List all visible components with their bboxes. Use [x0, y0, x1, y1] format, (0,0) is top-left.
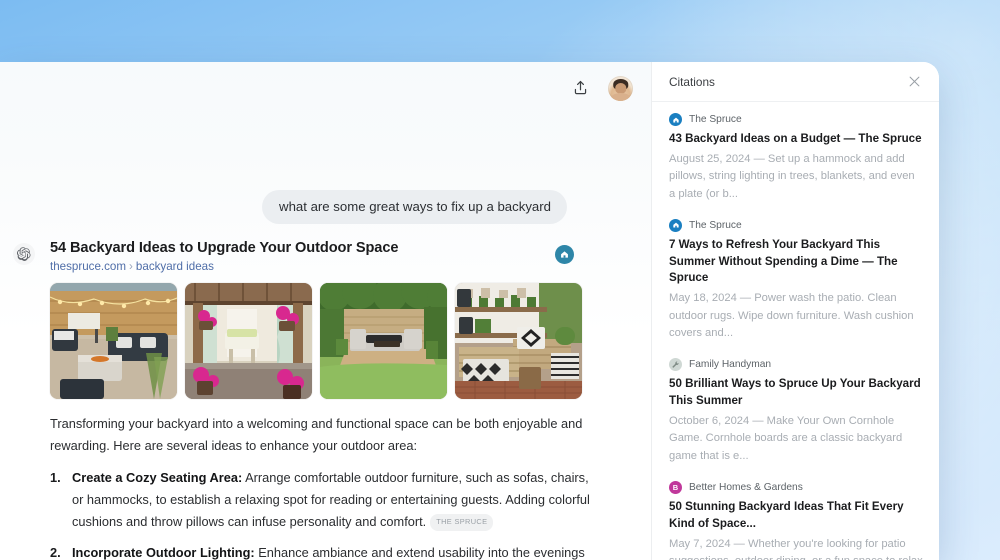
- chat-app-window: what are some great ways to fix up a bac…: [0, 62, 939, 560]
- bhg-favicon-icon: B: [669, 481, 682, 495]
- list-item-heading: Create a Cozy Seating Area:: [72, 470, 243, 485]
- backyard-pallet-patio-photo: [455, 283, 582, 399]
- breadcrumb-domain[interactable]: thespruce.com: [50, 260, 126, 273]
- citations-list: The Spruce 43 Backyard Ideas on a Budget…: [652, 102, 939, 560]
- conversation-pane: what are some great ways to fix up a bac…: [0, 62, 651, 560]
- citations-header: Citations: [652, 62, 939, 102]
- citation-source: B Better Homes & Gardens: [669, 481, 923, 495]
- backyard-pergola-photo: [185, 283, 312, 399]
- ideas-list: Create a Cozy Seating Area: Arrange comf…: [50, 467, 591, 560]
- citations-title: Citations: [669, 74, 715, 89]
- list-item-heading: Incorporate Outdoor Lighting:: [72, 545, 255, 560]
- citation-snippet: October 6, 2024 — Make Your Own Cornhole…: [669, 414, 903, 462]
- list-item: Create a Cozy Seating Area: Arrange comf…: [50, 467, 591, 533]
- result-title-row: 54 Backyard Ideas to Upgrade Your Outdoo…: [50, 240, 591, 264]
- thumbnail-image[interactable]: [320, 283, 447, 399]
- inline-citation-chip[interactable]: THE SPRUCE: [430, 514, 494, 532]
- citation-source: The Spruce: [669, 113, 923, 126]
- assistant-prose: Transforming your backyard into a welcom…: [50, 413, 591, 560]
- close-glyph-icon: [909, 76, 919, 87]
- citation-snippet: August 25, 2024 — Set up a hammock and a…: [669, 152, 915, 200]
- list-item: Incorporate Outdoor Lighting: Enhance am…: [50, 542, 591, 560]
- openai-logo-icon: [17, 247, 31, 261]
- breadcrumb[interactable]: thespruce.com › backyard ideas: [50, 260, 591, 273]
- citation-snippet: May 18, 2024 — Power wash the patio. Cle…: [669, 292, 914, 339]
- avatar-body: [610, 93, 631, 101]
- assistant-body: 54 Backyard Ideas to Upgrade Your Outdoo…: [50, 240, 591, 560]
- citation-source-name: Better Homes & Gardens: [689, 482, 803, 494]
- intro-paragraph: Transforming your backyard into a welcom…: [50, 416, 583, 453]
- wrench-icon: [672, 361, 679, 368]
- the-spruce-favicon-icon: [669, 113, 682, 126]
- citations-panel: Citations The Spruce 43 Backyard Ideas o…: [651, 62, 939, 560]
- desktop-backdrop: what are some great ways to fix up a bac…: [0, 0, 1000, 560]
- avatar-face: [614, 83, 627, 94]
- thumbnail-strip: [50, 283, 591, 399]
- user-message-bubble: what are some great ways to fix up a bac…: [262, 190, 567, 225]
- house-glyph-icon: [561, 251, 568, 258]
- share-button[interactable]: [566, 74, 594, 102]
- citation-item[interactable]: The Spruce 43 Backyard Ideas on a Budget…: [669, 113, 923, 203]
- close-icon[interactable]: [905, 73, 923, 91]
- page-title: 54 Backyard Ideas to Upgrade Your Outdoo…: [50, 240, 399, 256]
- assistant-message: 54 Backyard Ideas to Upgrade Your Outdoo…: [0, 240, 651, 560]
- citation-item[interactable]: B Better Homes & Gardens 50 Stunning Bac…: [669, 481, 923, 560]
- family-handyman-favicon-icon: [669, 358, 682, 372]
- house-glyph-icon: [672, 117, 679, 123]
- share-upload-icon: [574, 80, 586, 95]
- citation-title[interactable]: 43 Backyard Ideas on a Budget — The Spru…: [669, 131, 923, 148]
- citation-item[interactable]: Family Handyman 50 Brilliant Ways to Spr…: [669, 358, 923, 465]
- citation-source: The Spruce: [669, 218, 923, 232]
- the-spruce-favicon-icon: [669, 218, 682, 232]
- citation-source: Family Handyman: [669, 358, 923, 372]
- user-message-row: what are some great ways to fix up a bac…: [262, 190, 567, 225]
- backyard-firepit-photo: [50, 283, 177, 399]
- citation-title[interactable]: 50 Stunning Backyard Ideas That Fit Ever…: [669, 499, 923, 533]
- thumbnail-image[interactable]: [185, 283, 312, 399]
- citation-snippet: May 7, 2024 — Whether you're looking for…: [669, 537, 923, 560]
- citation-source-name: The Spruce: [689, 114, 742, 125]
- openai-logo: [13, 243, 35, 265]
- thumbnail-image[interactable]: [455, 283, 582, 399]
- top-bar: [0, 62, 651, 114]
- citation-title[interactable]: 50 Brilliant Ways to Spruce Up Your Back…: [669, 376, 923, 410]
- citation-item[interactable]: The Spruce 7 Ways to Refresh Your Backya…: [669, 218, 923, 342]
- the-spruce-house-icon: [555, 245, 574, 264]
- breadcrumb-separator: ›: [129, 260, 133, 273]
- thumbnail-image[interactable]: [50, 283, 177, 399]
- backyard-deck-sofa-photo: [320, 283, 447, 399]
- citation-source-name: The Spruce: [689, 219, 742, 231]
- house-glyph-icon: [672, 222, 679, 228]
- breadcrumb-path[interactable]: backyard ideas: [136, 260, 214, 273]
- citation-source-name: Family Handyman: [689, 359, 772, 371]
- avatar[interactable]: [608, 75, 633, 101]
- citation-title[interactable]: 7 Ways to Refresh Your Backyard This Sum…: [669, 237, 923, 287]
